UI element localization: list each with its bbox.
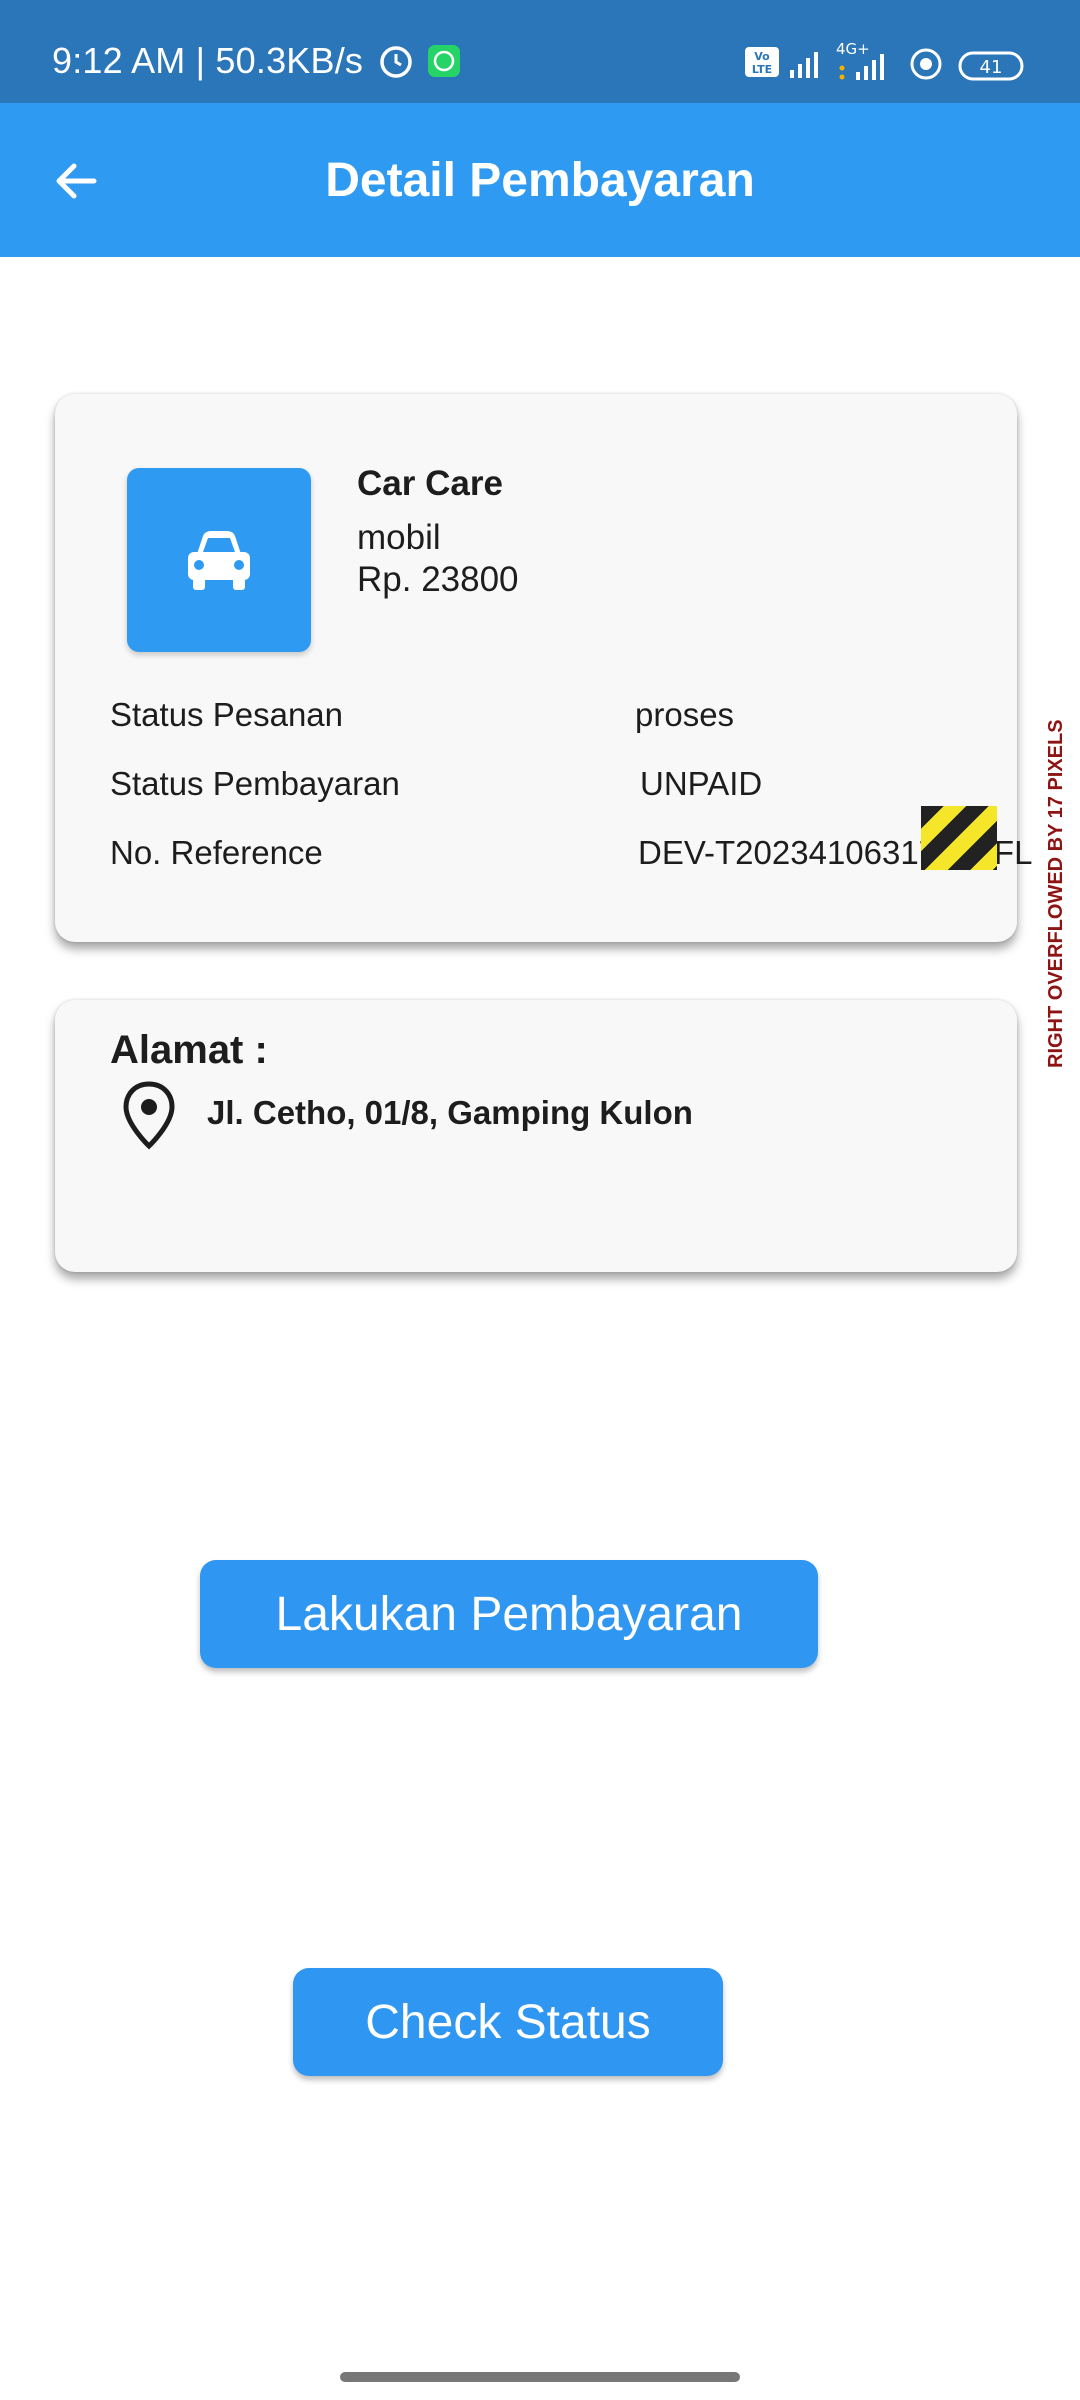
focus-icon <box>908 46 944 87</box>
back-button[interactable] <box>40 145 112 217</box>
app-bar: Detail Pembayaran <box>0 103 1080 257</box>
payment-detail-card: Car Care mobil Rp. 23800 Status Pesanan … <box>55 394 1067 1068</box>
service-type: mobil <box>357 518 441 557</box>
home-indicator[interactable] <box>340 2372 740 2382</box>
overflow-warning-text: RIGHT OVERFLOWED BY 17 PIXELS <box>1045 719 1067 1068</box>
payment-status-label: Status Pembayaran <box>110 765 400 802</box>
arrow-back-icon <box>56 163 97 199</box>
reference-label: No. Reference <box>110 834 323 871</box>
order-status-label: Status Pesanan <box>110 696 343 733</box>
signal-4g-icon: 4G+ <box>834 40 892 87</box>
alarm-icon <box>378 44 414 85</box>
volte-icon: Vo LTE <box>744 46 780 83</box>
service-name: Car Care <box>357 464 503 503</box>
status-time: 9:12 AM | 50.3KB/s <box>52 40 364 81</box>
signal-icon <box>788 46 824 85</box>
svg-text:LTE: LTE <box>752 63 772 76</box>
svg-text:4G+: 4G+ <box>836 40 870 58</box>
location-pin-icon <box>121 1080 177 1157</box>
order-status-value: proses <box>635 696 735 733</box>
status-bar: 9:12 AM | 50.3KB/s Vo LTE 4G+ 41 <box>0 0 1080 103</box>
payment-status-value: UNPAID <box>640 765 763 802</box>
battery-icon: 41 <box>958 50 1028 87</box>
overflow-warning-stripe <box>921 806 997 870</box>
battery-level: 41 <box>980 57 1003 78</box>
service-price: Rp. 23800 <box>357 560 519 599</box>
address-text: Jl. Cetho, 01/8, Gamping Kulon <box>207 1094 693 1131</box>
svg-text:Vo: Vo <box>754 50 770 63</box>
service-icon-tile <box>127 468 311 652</box>
address-title: Alamat : <box>110 1028 268 1072</box>
whatsapp-icon <box>427 44 461 83</box>
address-card: Alamat : Jl. Cetho, 01/8, Gamping Kulon <box>55 1000 1017 1272</box>
pay-button[interactable]: Lakukan Pembayaran <box>200 1560 818 1668</box>
car-icon <box>188 531 250 590</box>
page-title: Detail Pembayaran <box>325 153 755 207</box>
check-status-button[interactable]: Check Status <box>293 1968 723 2076</box>
